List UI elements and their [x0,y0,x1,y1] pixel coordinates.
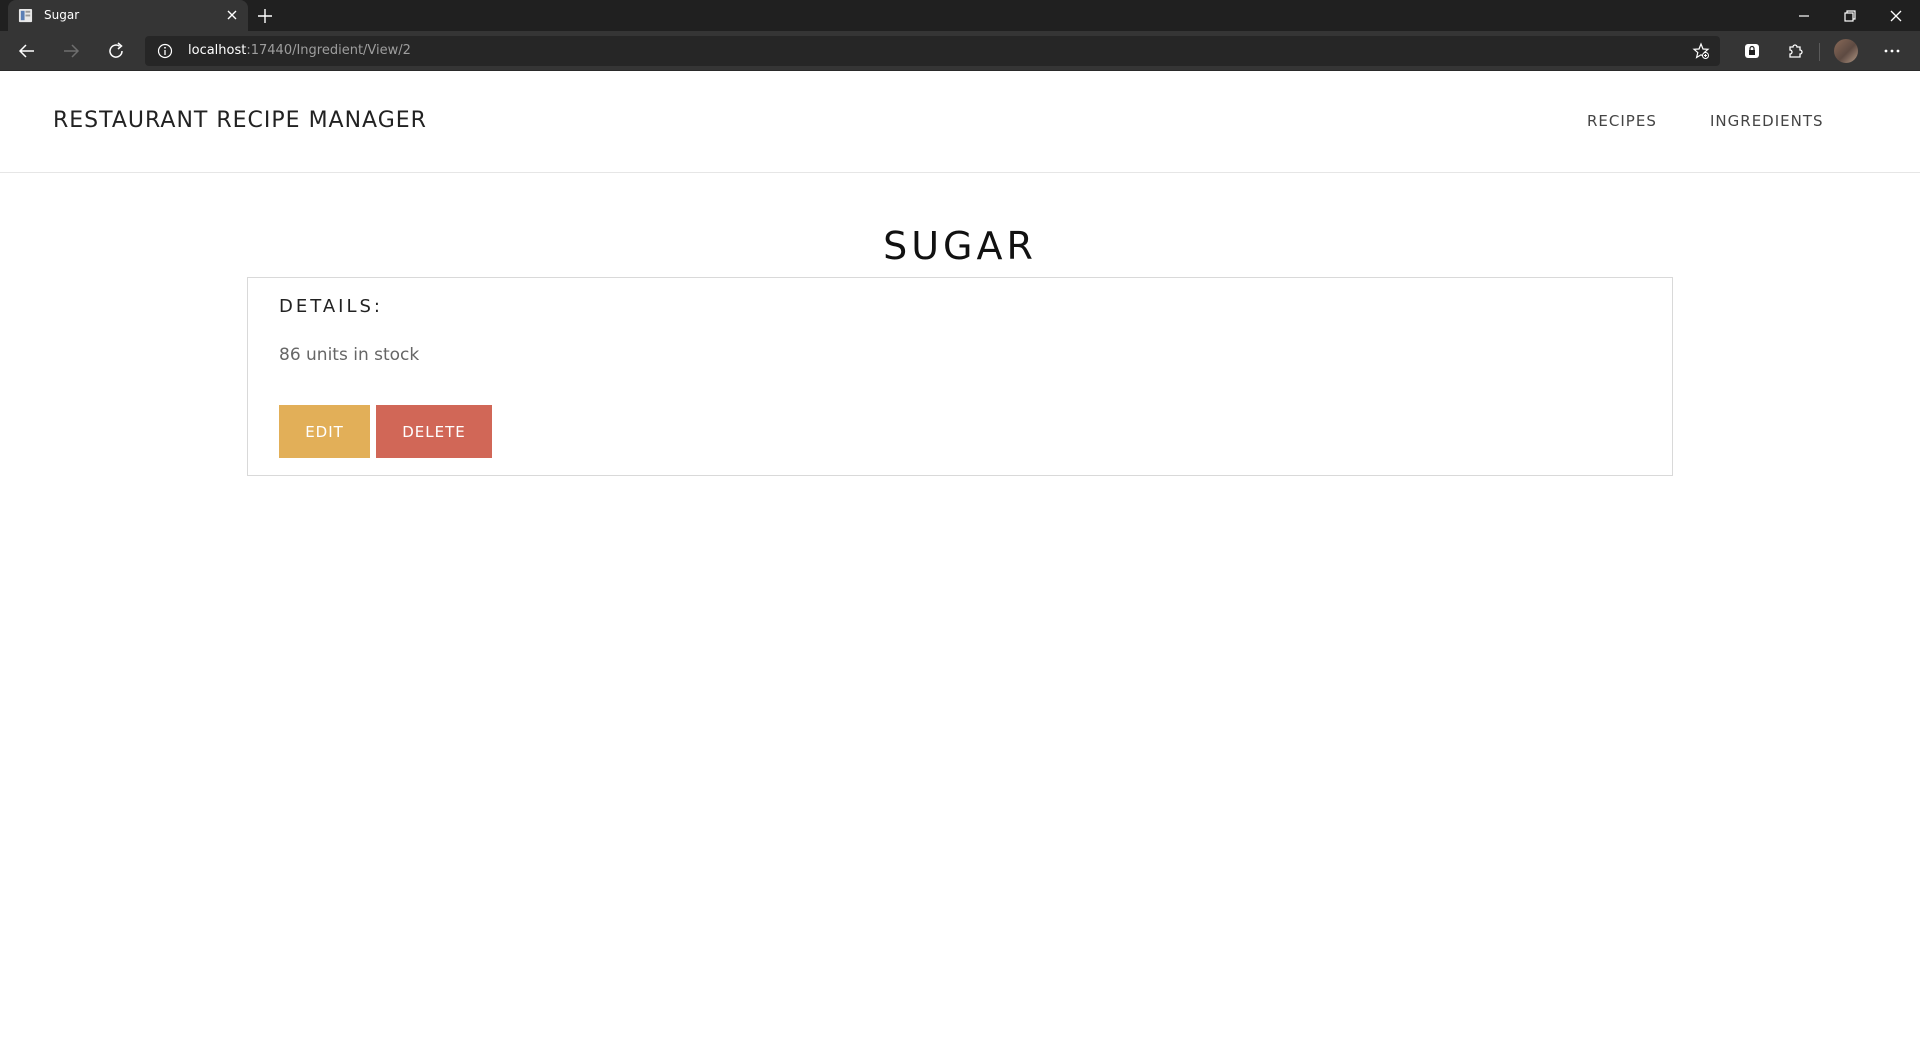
profile-avatar[interactable] [1834,39,1858,63]
page-title: SUGAR [883,224,1037,268]
details-heading: DETAILS: [279,296,383,317]
site-info-icon[interactable] [157,43,173,59]
restore-icon[interactable] [1840,6,1860,26]
delete-button[interactable]: DELETE [376,405,492,458]
details-card: DETAILS: 86 units in stock EDIT DELETE [247,277,1673,476]
site-header: RESTAURANT RECIPE MANAGER RECIPES INGRED… [0,71,1920,173]
url-host: localhost [188,43,247,58]
toolbar-separator [1819,43,1820,61]
nav-link-ingredients[interactable]: INGREDIENTS [1710,112,1824,130]
page-favicon-icon [18,8,33,23]
extensions-icon[interactable] [1785,41,1805,61]
favorite-star-icon[interactable] [1692,42,1710,60]
brand-link[interactable]: RESTAURANT RECIPE MANAGER [53,108,427,133]
page-content: RESTAURANT RECIPE MANAGER RECIPES INGRED… [0,71,1920,1050]
browser-tab-strip: Sugar [0,0,1920,31]
tab-title: Sugar [44,8,80,22]
lock-extension-icon[interactable] [1742,41,1762,61]
edit-button[interactable]: EDIT [279,405,370,458]
nav-link-recipes[interactable]: RECIPES [1587,112,1657,130]
browser-toolbar: localhost:17440/Ingredient/View/2 [0,31,1920,71]
refresh-icon[interactable] [106,41,126,61]
stock-text: 86 units in stock [279,345,420,365]
back-icon[interactable] [17,41,37,61]
address-bar[interactable]: localhost:17440/Ingredient/View/2 [145,36,1720,66]
new-tab-icon[interactable] [256,7,274,25]
browser-tab[interactable]: Sugar [8,0,248,31]
more-menu-icon[interactable] [1882,41,1902,61]
forward-icon[interactable] [61,41,81,61]
minimize-icon[interactable] [1794,6,1814,26]
url-path: :17440/Ingredient/View/2 [246,43,411,58]
close-tab-icon[interactable] [224,7,240,23]
close-window-icon[interactable] [1886,6,1906,26]
url-text: localhost:17440/Ingredient/View/2 [188,43,411,58]
